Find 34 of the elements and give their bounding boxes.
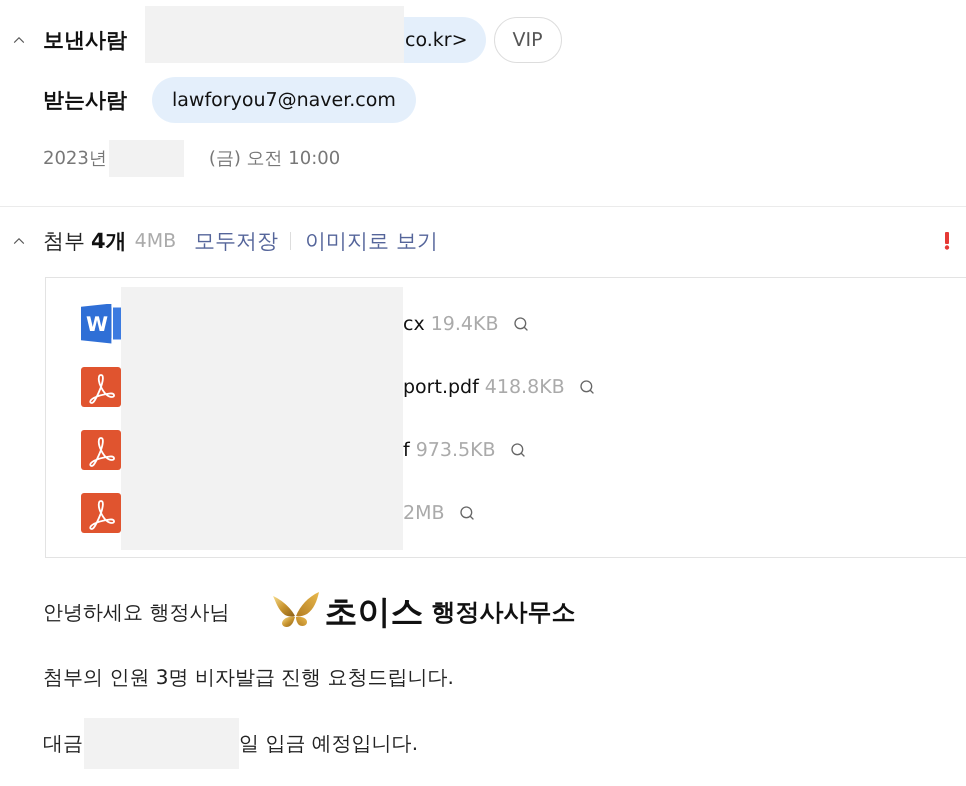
greeting-text: 안녕하세요 행정사님 (43, 598, 230, 626)
logo-name: 초이스 (324, 590, 424, 632)
recipient-label: 받는사람 (43, 87, 128, 114)
date-text: 2023년 (43, 147, 107, 170)
file-size: 418.8KB (484, 376, 565, 398)
file-size: 973.5KB (416, 438, 496, 460)
sender-address-chip[interactable]: co.kr> (404, 17, 486, 63)
body-text: 일 입금 예정입니다. (239, 730, 418, 756)
logo-subtitle: 행정사사무소 (431, 597, 576, 628)
attachments-label: 첨부 (43, 228, 85, 255)
file-name[interactable]: cx (403, 312, 425, 334)
search-icon[interactable] (512, 316, 529, 332)
exclamation-icon (944, 232, 950, 250)
pdf-file-icon (81, 430, 121, 470)
body-text: 첨부의 인원 3명 비자발급 진행 요청드립니다. (43, 664, 454, 690)
recipient-address-chip[interactable]: lawforyou7@naver.com (152, 77, 416, 123)
pdf-file-icon (81, 366, 121, 406)
attachment-count: 4개 (91, 228, 127, 255)
body-text: 대금 (43, 730, 83, 756)
search-icon[interactable] (458, 504, 475, 520)
date-text: (금) 오전 10:00 (208, 147, 340, 170)
file-size: 2MB (403, 502, 445, 524)
word-file-icon: W (81, 304, 121, 344)
save-all-link[interactable]: 모두저장 (194, 227, 278, 255)
file-size: 19.4KB (430, 312, 499, 334)
pdf-file-icon (81, 492, 121, 532)
search-icon[interactable] (510, 442, 526, 458)
file-name[interactable]: port.pdf (403, 376, 479, 398)
search-icon[interactable] (578, 378, 595, 394)
vip-button[interactable]: VIP (494, 17, 562, 63)
view-as-image-link[interactable]: 이미지로 보기 (305, 227, 438, 255)
attachments-total-size: 4MB (134, 230, 176, 252)
sender-label: 보낸사람 (43, 27, 128, 54)
file-name[interactable]: f (403, 438, 410, 460)
